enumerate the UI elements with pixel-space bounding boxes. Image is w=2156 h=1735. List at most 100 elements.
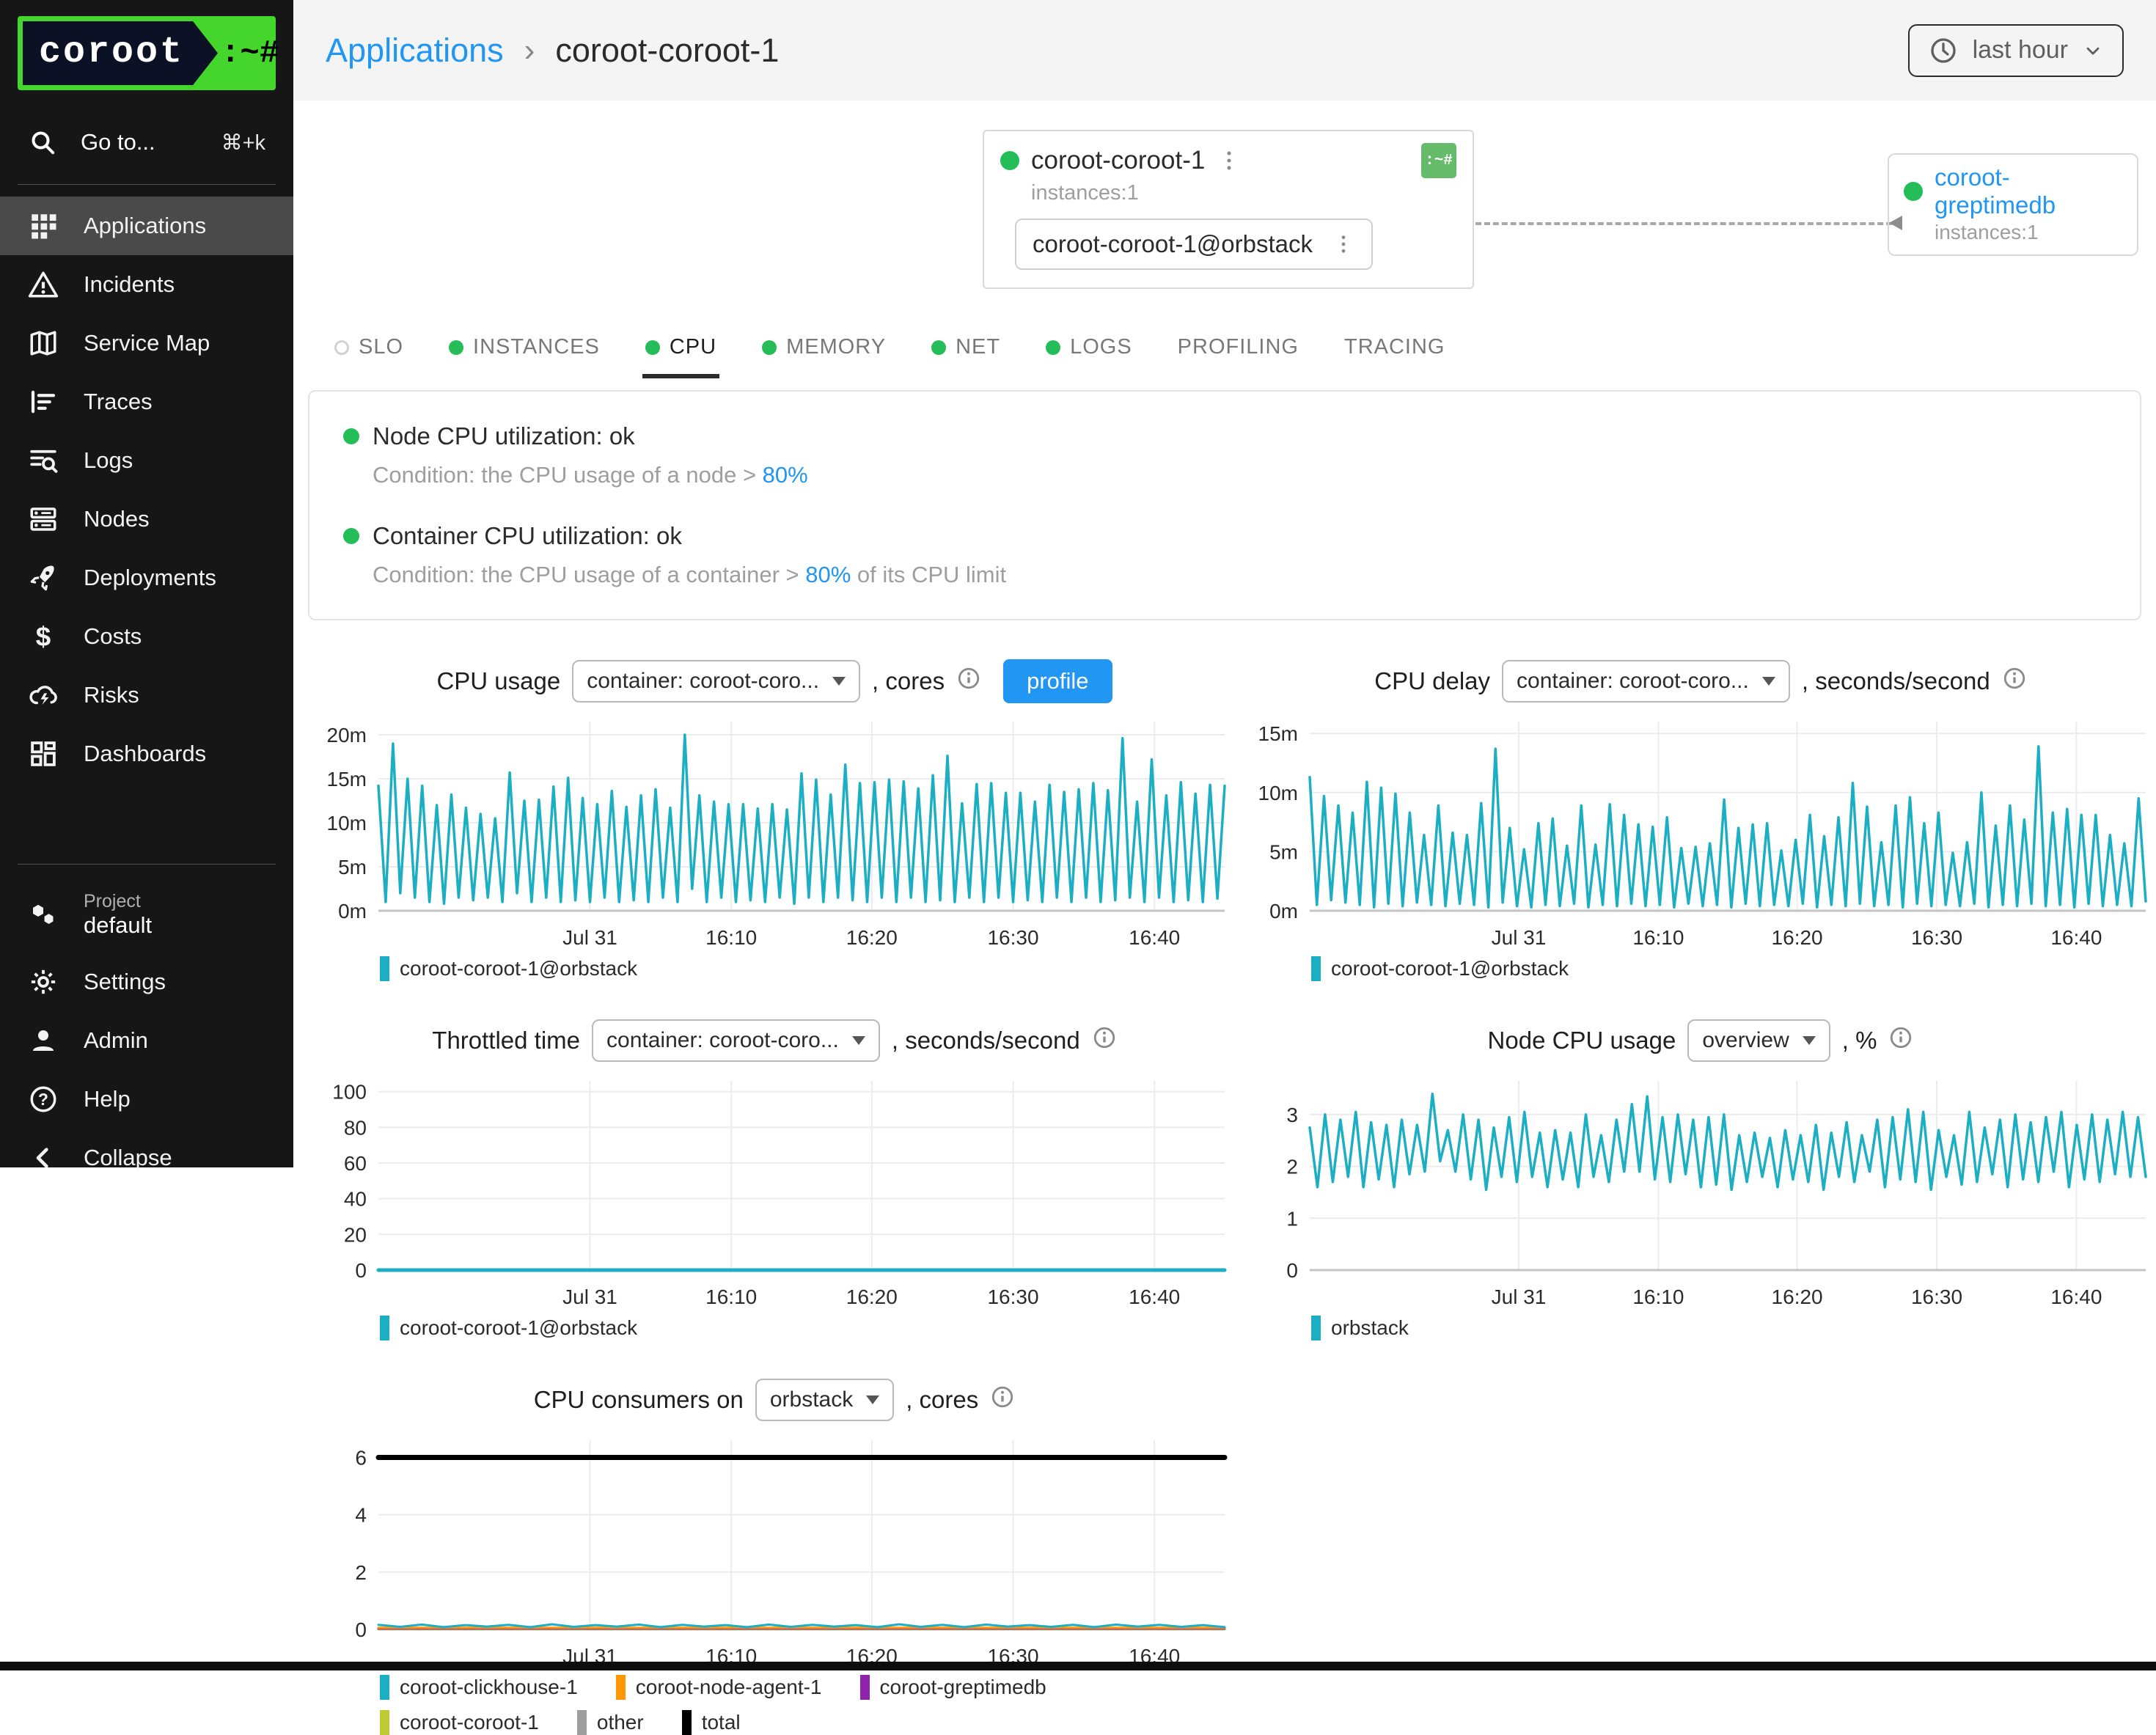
svg-text:15m: 15m [327,768,367,791]
cpu-delay-plot[interactable]: 0m5m10m15mJul 3116:1016:2016:3016:40 [1247,711,2155,955]
sidebar-item-collapse[interactable]: Collapse [0,1129,293,1187]
status-dot [1000,151,1019,170]
condition-threshold-link[interactable]: 80% [763,462,808,488]
legend-label: other [597,1711,644,1734]
service-map-panel: coroot-coroot-1 :~# instances:1 coroot-c… [293,112,2156,318]
legend-item-coroot-coroot-1-orbstack[interactable]: coroot-coroot-1@orbstack [380,956,637,981]
sidebar-item-service-map[interactable]: Service Map [0,314,293,373]
info-icon-glyph [1092,1025,1117,1050]
legend-color-swatch [616,1675,626,1700]
sidebar-item-applications[interactable]: Applications [0,197,293,255]
tab-tracing[interactable]: TRACING [1341,325,1448,378]
sidebar-divider-2 [18,864,276,865]
svg-text:80: 80 [344,1116,367,1139]
tab-status-dot [1046,340,1060,355]
legend-item-other[interactable]: other [577,1710,644,1735]
svg-text:16:10: 16:10 [1632,1285,1684,1308]
tab-instances[interactable]: INSTANCES [446,325,603,378]
legend-item-coroot-greptimedb[interactable]: coroot-greptimedb [860,1675,1046,1700]
svg-text:16:10: 16:10 [1632,926,1684,949]
throttled-time-selector-dropdown[interactable]: container: coroot-coro... [592,1019,880,1062]
info-icon[interactable] [956,666,981,697]
coroot-logo-prompt: :~# [218,21,287,85]
svg-text:16:40: 16:40 [1129,1285,1180,1308]
info-icon-glyph [956,666,981,691]
cpu-consumers-plot[interactable]: 0246Jul 3116:1016:2016:3016:40 [315,1430,1233,1673]
node-cpu-usage-plot[interactable]: 0123Jul 3116:1016:2016:3016:40 [1247,1071,2155,1314]
tab-cpu[interactable]: CPU [642,325,719,378]
tab-net[interactable]: NET [928,325,1003,378]
sidebar-item-deployments[interactable]: Deployments [0,549,293,607]
legend-item-total[interactable]: total [682,1710,741,1735]
coroot-logo[interactable]: coroot :~# [18,16,276,90]
cpu-consumers-selector-dropdown[interactable]: orbstack [755,1379,894,1421]
cpu-usage-plot[interactable]: 0m5m10m15m20mJul 3116:1016:2016:3016:40 [315,711,1233,955]
node-cpu-usage-selector-dropdown[interactable]: overview [1687,1019,1830,1062]
sidebar-item-risks[interactable]: Risks [0,666,293,725]
nodes-icon [28,504,59,535]
cloud-bolt-icon [28,680,59,711]
tab-logs[interactable]: LOGS [1043,325,1135,378]
sidebar-item-logs[interactable]: Logs [0,431,293,490]
check-status-dot [343,528,359,544]
cpu-usage-selector-dropdown[interactable]: container: coroot-coro... [572,660,860,703]
condition-threshold-link[interactable]: 80% [805,562,851,587]
tab-slo[interactable]: SLO [331,325,406,378]
sidebar-item-admin[interactable]: Admin [0,1011,293,1070]
dollar-icon: $ [28,621,59,652]
tab-memory[interactable]: MEMORY [759,325,889,378]
sidebar-item-settings[interactable]: Settings [0,953,293,1011]
breadcrumb-link-applications[interactable]: Applications [326,32,504,70]
clock-icon [1929,36,1958,65]
legend-item-orbstack[interactable]: orbstack [1311,1316,1409,1340]
hexagons-icon [28,899,59,930]
svg-text:16:20: 16:20 [846,1285,898,1308]
kebab-menu-icon[interactable] [1332,232,1355,256]
sidebar-item-costs[interactable]: $ Costs [0,607,293,666]
sidebar-item-help[interactable]: ? Help [0,1070,293,1129]
legend-item-coroot-node-agent-1[interactable]: coroot-node-agent-1 [616,1675,822,1700]
instance-pill[interactable]: coroot-coroot-1@orbstack [1015,219,1373,270]
info-icon[interactable] [1092,1025,1117,1056]
caret-down-icon [832,677,846,686]
svg-text:20m: 20m [327,724,367,747]
svg-text:100: 100 [332,1081,367,1104]
sidebar-item-nodes[interactable]: Nodes [0,490,293,549]
info-icon[interactable] [990,1384,1015,1415]
svg-text:Jul 31: Jul 31 [1492,1285,1547,1308]
legend-item-coroot-coroot-1[interactable]: coroot-coroot-1 [380,1710,539,1735]
legend-item-coroot-coroot-1-orbstack[interactable]: coroot-coroot-1@orbstack [380,1316,637,1340]
kebab-menu-icon[interactable] [1217,148,1242,173]
logs-icon [28,445,59,476]
svg-text:5m: 5m [338,856,367,878]
legend-item-coroot-coroot-1-orbstack[interactable]: coroot-coroot-1@orbstack [1311,956,1569,981]
svg-text:0m: 0m [338,900,367,922]
breadcrumb-current: coroot-coroot-1 [555,32,779,70]
report-tabs: SLO INSTANCES CPU MEMORY NET LOGS PROFIL… [331,325,2156,378]
check-title: Node CPU utilization: ok [373,422,635,450]
tab-label: TRACING [1344,335,1445,359]
tab-status-dot [645,340,660,355]
profile-button[interactable]: profile [1003,659,1112,703]
legend-color-swatch [860,1675,870,1700]
peer-app-link[interactable]: coroot-greptimedb [1935,164,2122,219]
sidebar-item-incidents[interactable]: Incidents [0,255,293,314]
legend-item-coroot-clickhouse-1[interactable]: coroot-clickhouse-1 [380,1675,578,1700]
selector-value: container: coroot-coro... [1517,669,1749,694]
info-icon[interactable] [1888,1025,1913,1056]
legend-label: coroot-greptimedb [880,1676,1046,1699]
time-range-picker[interactable]: last hour [1908,24,2124,77]
cpu-delay-selector-dropdown[interactable]: container: coroot-coro... [1502,660,1790,703]
gear-icon [28,966,59,997]
info-icon[interactable] [2002,666,2027,697]
svg-text:16:10: 16:10 [705,1285,757,1308]
sidebar-item-label: Applications [84,213,206,239]
sidebar-item-traces[interactable]: Traces [0,373,293,431]
chart-unit: , % [1842,1027,1877,1054]
goto-search[interactable]: Go to... ⌘+k [0,112,293,172]
sidebar-item-project[interactable]: Project default [0,876,293,953]
tab-profiling[interactable]: PROFILING [1175,325,1302,378]
throttled-time-plot[interactable]: 020406080100Jul 3116:1016:2016:3016:40 [315,1071,1233,1314]
status-dot [1904,182,1923,201]
sidebar-item-dashboards[interactable]: Dashboards [0,725,293,783]
